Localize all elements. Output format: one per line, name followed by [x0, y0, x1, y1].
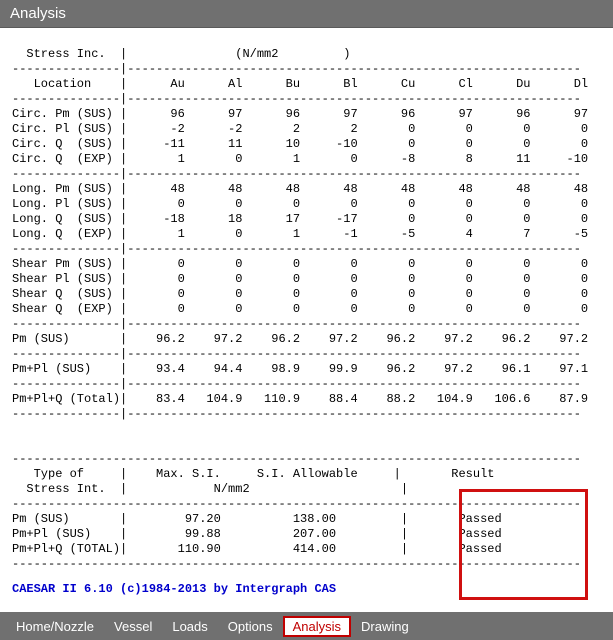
- summary-header: Stress Int. | N/mm2 |: [12, 482, 408, 496]
- data-row: Circ. Q (EXP) | 1 0 1 0 -8 8 11 -10: [12, 152, 588, 166]
- data-row: Shear Q (SUS) | 0 0 0 0 0 0 0 0: [12, 287, 588, 301]
- separator: ---------------|------------------------…: [12, 407, 581, 421]
- separator: ----------------------------------------…: [12, 557, 581, 571]
- separator: ---------------|------------------------…: [12, 92, 581, 106]
- separator: ----------------------------------------…: [12, 497, 581, 511]
- separator: ---------------|------------------------…: [12, 377, 581, 391]
- separator: ---------------|------------------------…: [12, 347, 581, 361]
- version-footer: CAESAR II 6.10 (c)1984-2013 by Intergrap…: [12, 582, 607, 597]
- report-content: Stress Inc. | (N/mm2 ) ---------------|-…: [0, 28, 613, 612]
- summary-row: Pm (SUS) | 97.20 138.00 | Passed: [12, 512, 502, 526]
- tab-home-nozzle[interactable]: Home/Nozzle: [6, 616, 104, 637]
- tab-vessel[interactable]: Vessel: [104, 616, 162, 637]
- data-row: Circ. Pm (SUS) | 96 97 96 97 96 97 96 97: [12, 107, 588, 121]
- blank: [12, 437, 19, 451]
- window-title: Analysis: [10, 5, 66, 22]
- header-trunc: Stress Inc. | (N/mm2 ): [12, 47, 350, 61]
- summary-row: Pm+Pl (SUS) | 99.88 207.00 | Passed: [12, 527, 502, 541]
- separator: ---------------|------------------------…: [12, 317, 581, 331]
- summary-header: Type of | Max. S.I. S.I. Allowable | Res…: [12, 467, 494, 481]
- separator: ----------------------------------------…: [12, 452, 581, 466]
- tab-options[interactable]: Options: [218, 616, 283, 637]
- data-row: Long. Pm (SUS) | 48 48 48 48 48 48 48 48: [12, 182, 588, 196]
- data-row: Long. Q (SUS) | -18 18 17 -17 0 0 0 0: [12, 212, 588, 226]
- data-row: Shear Pl (SUS) | 0 0 0 0 0 0 0 0: [12, 272, 588, 286]
- separator: ---------------|------------------------…: [12, 242, 581, 256]
- data-row: Shear Pm (SUS) | 0 0 0 0 0 0 0 0: [12, 257, 588, 271]
- total-row: Pm (SUS) | 96.2 97.2 96.2 97.2 96.2 97.2…: [12, 332, 588, 346]
- data-row: Circ. Pl (SUS) | -2 -2 2 2 0 0 0 0: [12, 122, 588, 136]
- summary-row: Pm+Pl+Q (TOTAL)| 110.90 414.00 | Passed: [12, 542, 502, 556]
- column-header: Location | Au Al Bu Bl Cu Cl Du Dl: [12, 77, 588, 91]
- separator: ---------------|------------------------…: [12, 167, 581, 181]
- bottom-tab-bar: Home/Nozzle Vessel Loads Options Analysi…: [0, 612, 613, 640]
- separator: ---------------|------------------------…: [12, 62, 581, 76]
- data-row: Long. Pl (SUS) | 0 0 0 0 0 0 0 0: [12, 197, 588, 211]
- tab-drawing[interactable]: Drawing: [351, 616, 419, 637]
- data-row: Circ. Q (SUS) | -11 11 10 -10 0 0 0 0: [12, 137, 588, 151]
- tab-analysis[interactable]: Analysis: [283, 616, 351, 637]
- total-row: Pm+Pl+Q (Total)| 83.4 104.9 110.9 88.4 8…: [12, 392, 588, 406]
- tab-loads[interactable]: Loads: [162, 616, 217, 637]
- total-row: Pm+Pl (SUS) | 93.4 94.4 98.9 99.9 96.2 9…: [12, 362, 588, 376]
- data-row: Long. Q (EXP) | 1 0 1 -1 -5 4 7 -5: [12, 227, 588, 241]
- window-titlebar: Analysis: [0, 0, 613, 28]
- blank: [12, 422, 19, 436]
- data-row: Shear Q (EXP) | 0 0 0 0 0 0 0 0: [12, 302, 588, 316]
